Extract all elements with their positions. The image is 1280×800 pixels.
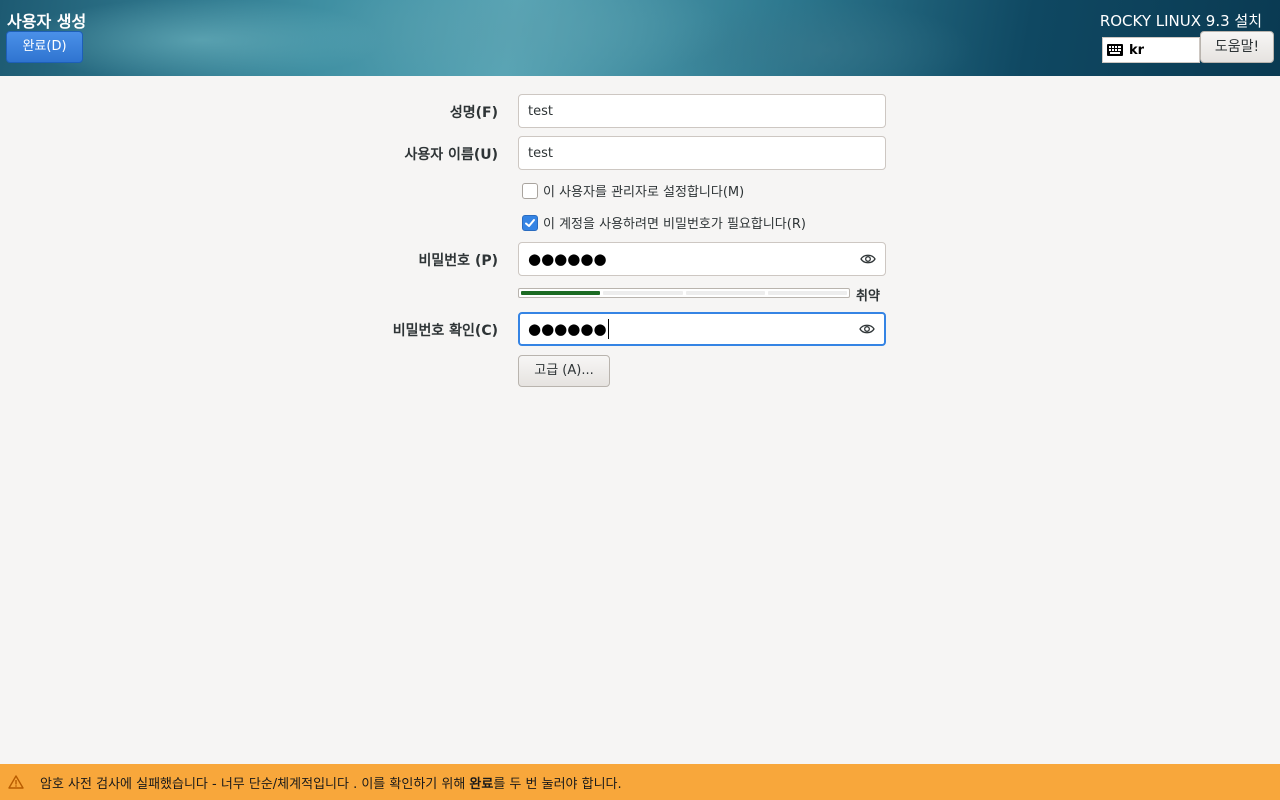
fullname-label: 성명(F) [449,105,498,121]
require-password-checkbox-row[interactable]: 이 계정을 사용하려면 비밀번호가 필요합니다(R) [522,213,806,232]
product-title: ROCKY LINUX 9.3 설치 [1099,12,1262,30]
warning-icon [8,775,24,789]
confirm-password-input[interactable]: ●●●●●● [518,312,886,346]
warning-text-end: 를 두 번 눌러야 합니다. [493,776,622,792]
fullname-value: test [528,103,553,119]
warning-bar[interactable]: 암호 사전 검사에 실패했습니다 - 너무 단순/체계적입니다 . 이를 확인하… [0,764,1280,800]
admin-checkbox-row[interactable]: 이 사용자를 관리자로 설정합니다(M) [522,181,744,200]
password-strength-bar [518,288,850,298]
strength-segment [521,291,601,295]
strength-segment [603,291,683,295]
username-value: test [528,145,553,161]
password-value: ●●●●●● [528,250,607,268]
keyboard-icon [1107,44,1123,56]
username-label: 사용자 이름(U) [404,147,498,163]
admin-checkbox-label: 이 사용자를 관리자로 설정합니다(M) [543,185,745,200]
header-banner: 사용자 생성 완료(D) ROCKY LINUX 9.3 설치 kr 도움말! [0,0,1280,76]
password-label: 비밀번호 (P) [418,253,498,269]
advanced-button[interactable]: 고급 (A)... [518,355,610,387]
strength-segment [685,291,765,295]
strength-segment [767,291,847,295]
screen-title: 사용자 생성 [7,12,87,31]
keyboard-layout-indicator[interactable]: kr [1102,37,1200,63]
password-input[interactable]: ●●●●●● [518,242,886,276]
warning-text-start: 암호 사전 검사에 실패했습니다 - 너무 단순/체계적입니다 . 이를 확인하… [40,776,470,792]
done-button[interactable]: 완료(D) [6,31,83,63]
warning-message: 암호 사전 검사에 실패했습니다 - 너무 단순/체계적입니다 . 이를 확인하… [40,773,622,792]
help-button[interactable]: 도움말! [1200,31,1274,63]
confirm-password-label: 비밀번호 확인(C) [392,323,498,339]
text-caret [607,319,609,339]
username-input[interactable]: test [518,136,886,170]
require-password-label: 이 계정을 사용하려면 비밀번호가 필요합니다(R) [543,217,806,232]
keyboard-layout-label: kr [1129,42,1145,58]
eye-icon[interactable] [860,253,876,265]
checkmark-icon [525,218,535,227]
fullname-input[interactable]: test [518,94,886,128]
password-strength-text: 취약 [856,289,880,304]
require-password-checkbox[interactable] [522,214,538,231]
confirm-password-value: ●●●●●● [528,320,607,338]
eye-icon[interactable] [859,323,875,335]
warning-text-bold: 완료 [469,776,494,792]
admin-checkbox[interactable] [522,182,538,199]
